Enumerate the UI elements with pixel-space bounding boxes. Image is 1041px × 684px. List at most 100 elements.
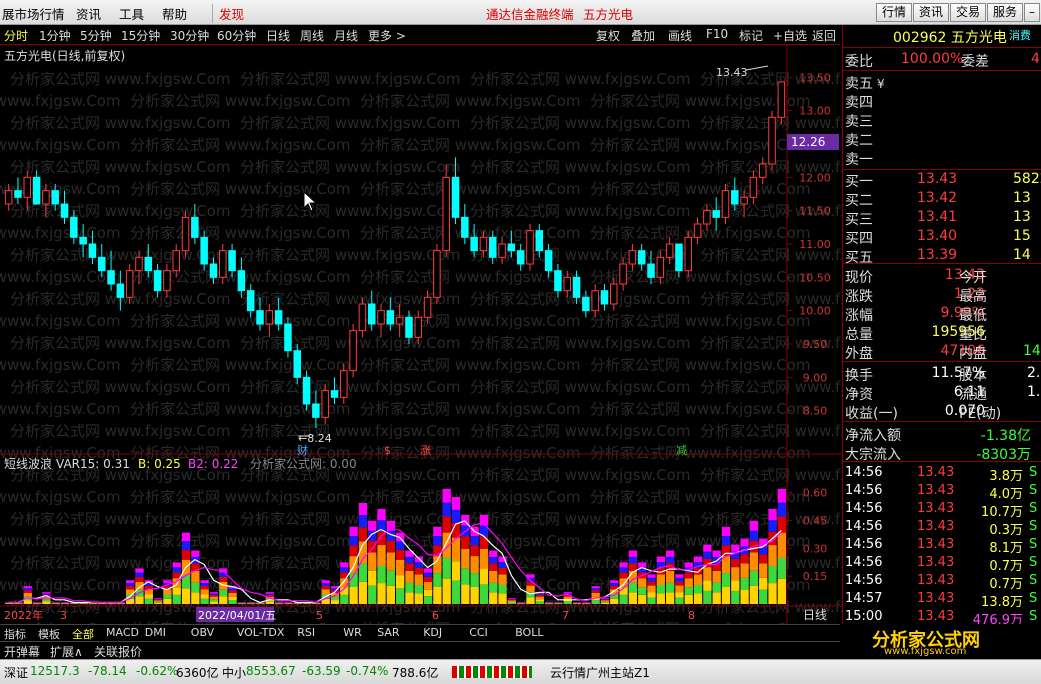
- indicator-bar: [433, 526, 442, 537]
- candle-body: [563, 276, 571, 292]
- quote-row: 涨跌 1.22 最高: [845, 286, 1041, 305]
- tab-kdj[interactable]: KDJ: [423, 626, 442, 639]
- indicator-bar: [181, 588, 191, 604]
- period-5min[interactable]: 5分钟: [80, 27, 112, 44]
- tool-draw[interactable]: 画线: [668, 27, 692, 44]
- indicator-bar: [144, 598, 153, 604]
- period-fenshi[interactable]: 分时: [4, 27, 28, 44]
- watermark-text: 分析家公式网 www.fxjgsw.Com: [360, 488, 581, 506]
- tab-指标[interactable]: 指标: [4, 626, 26, 642]
- indicator-bar: [274, 602, 284, 603]
- watermark-text: 分析家公式网 www.fxjgsw.Com: [590, 312, 811, 330]
- tick-row[interactable]: 14:56 13.43 8.1万 S: [845, 537, 1041, 556]
- quote-button[interactable]: 行情: [876, 3, 912, 22]
- marker-dollar[interactable]: $: [384, 444, 391, 457]
- menu-discover[interactable]: 发现: [212, 4, 244, 23]
- tab-obv[interactable]: OBV: [191, 626, 214, 639]
- trade-button[interactable]: 交易: [950, 3, 986, 22]
- tool-restore[interactable]: 复权: [596, 27, 620, 44]
- candle-body: [14, 190, 22, 198]
- promo-text[interactable]: 通达信金融终端: [486, 4, 574, 23]
- period-15min[interactable]: 15分钟: [121, 27, 160, 44]
- tick-row[interactable]: 14:56 13.43 0.3万 S: [845, 519, 1041, 538]
- tool-mark[interactable]: 标记: [739, 27, 763, 44]
- indicator-bar: [163, 598, 172, 604]
- tick-row[interactable]: 14:57 13.43 13.8万 S: [845, 591, 1041, 610]
- marker-jian[interactable]: 减: [676, 444, 687, 457]
- indicator-bar: [172, 567, 181, 573]
- menu-tools[interactable]: 工具: [119, 4, 144, 23]
- marker-cai[interactable]: 财: [297, 443, 308, 457]
- indicator-bar: [414, 574, 423, 585]
- watermark-text: 分析家公式网 www.fxjgsw.Com: [130, 224, 351, 242]
- period-month[interactable]: 月线: [334, 27, 358, 44]
- tick-time: 14:56: [845, 537, 883, 552]
- candle-body: [777, 81, 786, 118]
- tick-row[interactable]: 14:56 13.43 0.7万 S: [845, 555, 1041, 574]
- marker-zhang[interactable]: 涨: [420, 444, 431, 457]
- fund-row: 换手 11.57% 股本 2.: [845, 365, 1041, 384]
- candle-body: [265, 310, 274, 325]
- candle-body: [684, 236, 693, 272]
- indicator-bar: [200, 594, 209, 599]
- indicator-bar: [405, 570, 414, 583]
- tick-row[interactable]: 14:56 13.43 0.7万 S: [845, 573, 1041, 592]
- indicator-bar: [684, 572, 693, 579]
- candle-body: [712, 210, 720, 218]
- tick-volume: 0.3万: [989, 523, 1023, 538]
- candle-body: [125, 270, 134, 298]
- tab-rsi[interactable]: RSI: [297, 626, 315, 639]
- tab-boll[interactable]: BOLL: [515, 626, 543, 639]
- tick-time: 14:56: [845, 573, 883, 588]
- indicator-bar: [740, 554, 749, 564]
- indicator-bar: [228, 600, 237, 604]
- tab-vol-tdx[interactable]: VOL-TDX: [237, 626, 285, 639]
- minimize-icon[interactable]: –: [1024, 3, 1040, 22]
- watermark-text: 分析家公式网 www.fxjgsw.Com: [590, 488, 811, 506]
- tab-wr[interactable]: WR: [343, 626, 362, 639]
- indicator-bar: [423, 576, 433, 582]
- tool-back[interactable]: 返回: [812, 27, 836, 44]
- zx-change: -63.59: [302, 664, 341, 678]
- indicator-bar: [433, 536, 442, 546]
- indicator-bar: [777, 557, 786, 579]
- indicator-bar: [219, 589, 228, 597]
- watermark-text: 分析家公式网 www.fxjgsw.Com: [590, 92, 811, 110]
- candle-body: [591, 290, 599, 312]
- price-tick-label: 13.00: [799, 105, 831, 118]
- news-button[interactable]: 资讯: [913, 3, 949, 22]
- danmu-button[interactable]: 开弹幕: [4, 643, 40, 660]
- service-button[interactable]: 服务: [987, 3, 1023, 22]
- tab-macd[interactable]: MACD: [106, 626, 139, 639]
- candle-body: [60, 203, 69, 218]
- period-more[interactable]: 更多 >: [368, 27, 406, 44]
- related-quote-button[interactable]: 关联报价: [94, 643, 142, 660]
- tab-模板[interactable]: 模板: [38, 626, 60, 642]
- period-day[interactable]: 日线: [266, 27, 290, 44]
- tick-row[interactable]: 14:56 13.43 4.0万 S: [845, 483, 1041, 502]
- sector-tag[interactable]: 消费: [1009, 27, 1031, 43]
- indicator-bar: [526, 597, 535, 604]
- kline-chart[interactable]: 分析家公式网 www.fxjgsw.Com 分析家公式网 www.fxjgsw.C…: [0, 44, 842, 624]
- period-week[interactable]: 周线: [300, 27, 324, 44]
- server-name[interactable]: 云行情广州主站Z1: [550, 664, 650, 681]
- menu-news[interactable]: 资讯: [76, 4, 101, 23]
- period-60min[interactable]: 60分钟: [217, 27, 256, 44]
- tick-row[interactable]: 14:56 13.43 10.7万 S: [845, 501, 1041, 520]
- expand-button[interactable]: 扩展∧: [50, 643, 83, 660]
- tab-cci[interactable]: CCI: [469, 626, 488, 639]
- indicator-bar: [703, 590, 712, 604]
- tool-overlay[interactable]: 叠加: [631, 27, 655, 44]
- tool-f10[interactable]: F10: [706, 27, 728, 41]
- indicator-bar: [628, 550, 638, 557]
- tool-add-watch[interactable]: +自选: [773, 27, 807, 44]
- tab-dmi[interactable]: DMI: [145, 626, 166, 639]
- period-1min[interactable]: 1分钟: [39, 27, 71, 44]
- period-30min[interactable]: 30分钟: [170, 27, 209, 44]
- menu-market[interactable]: 展市场行情: [2, 4, 65, 23]
- tick-row[interactable]: 14:56 13.43 3.8万 S: [845, 465, 1041, 484]
- tab-sar[interactable]: SAR: [377, 626, 399, 639]
- tab-全部[interactable]: 全部: [72, 626, 94, 642]
- menu-help[interactable]: 帮助: [162, 4, 187, 23]
- indicator-tick-label: 0.30: [803, 542, 828, 555]
